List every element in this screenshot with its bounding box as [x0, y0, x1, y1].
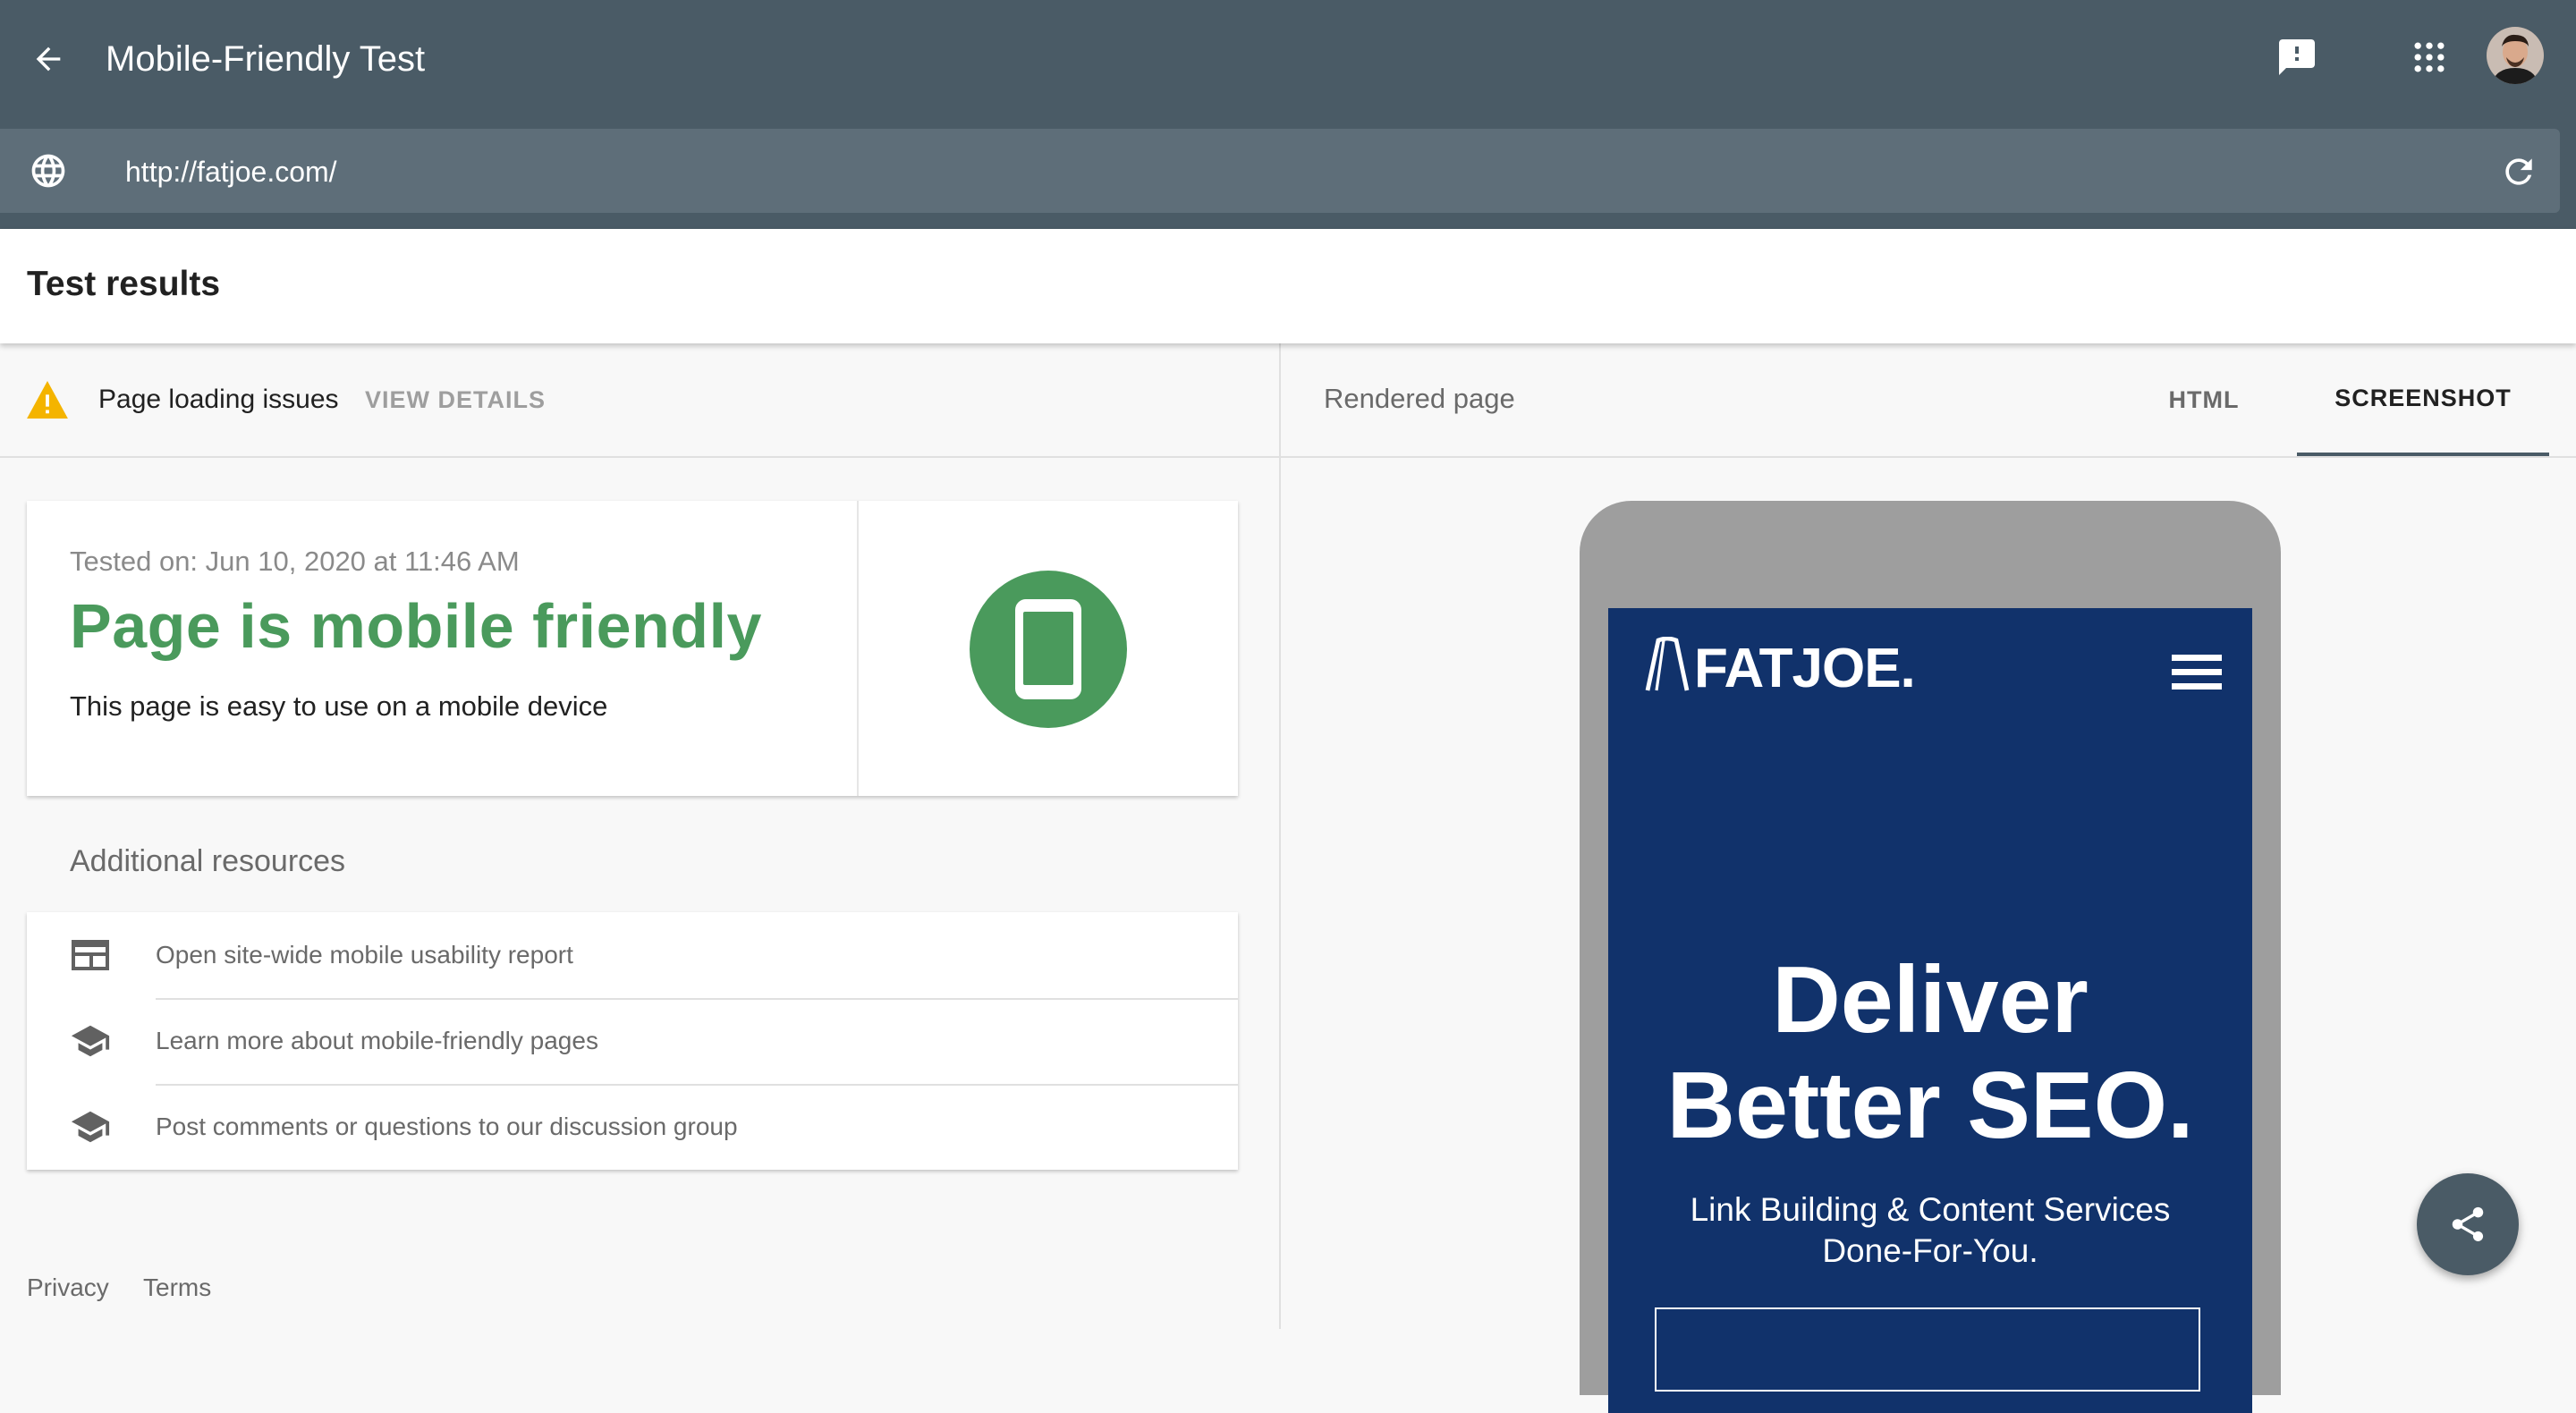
verdict-heading: Page is mobile friendly — [70, 591, 762, 661]
tab-screenshot[interactable]: SCREENSHOT — [2297, 343, 2549, 456]
feedback-button[interactable] — [2268, 29, 2326, 86]
additional-resources-title: Additional resources — [70, 844, 346, 878]
phone-screen — [1023, 612, 1073, 685]
hero-cta-outline — [1655, 1307, 2200, 1392]
result-card: Tested on: Jun 10, 2020 at 11:46 AM Page… — [27, 501, 1238, 796]
card-divider — [857, 501, 859, 796]
right-panel: Rendered page HTML SCREENSHOT FATJOE. De… — [1281, 343, 2576, 1413]
hamburger-line — [2172, 683, 2222, 690]
hero-subtitle-1: Link Building & Content Services — [1690, 1191, 2171, 1228]
resource-label: Open site-wide mobile usability report — [156, 941, 573, 969]
logo-mark-icon — [1645, 637, 1690, 691]
hamburger-menu-icon — [2172, 655, 2222, 690]
apps-grid-icon — [2414, 42, 2445, 72]
view-details-button[interactable]: VIEW DETAILS — [365, 386, 546, 414]
mobile-phone-icon — [970, 571, 1127, 728]
refresh-icon — [2505, 158, 2532, 185]
school-icon — [71, 1111, 110, 1143]
results-title: Test results — [27, 265, 221, 303]
hero-line-1: Deliver — [1772, 947, 2089, 1053]
resource-item-usability-report[interactable]: Open site-wide mobile usability report — [27, 912, 1238, 998]
arrow-back-icon — [36, 47, 61, 72]
report-icon — [72, 940, 109, 970]
tab-html[interactable]: HTML — [2138, 343, 2270, 456]
site-logo: FATJOE. — [1644, 637, 1916, 700]
hero-line-2: Better SEO. — [1666, 1053, 2194, 1158]
resource-item-learn-more[interactable]: Learn more about mobile-friendly pages — [27, 998, 1238, 1084]
rendered-page-bar: Rendered page HTML SCREENSHOT — [1281, 343, 2576, 458]
app-bar: Mobile-Friendly Test — [0, 0, 2576, 229]
resource-label: Learn more about mobile-friendly pages — [156, 1027, 598, 1054]
share-icon — [2452, 1206, 2484, 1242]
rendered-page-title: Rendered page — [1324, 383, 1515, 414]
device-frame: FATJOE. Deliver Better SEO. Link Buildin… — [1580, 501, 2281, 1413]
school-icon-wrap — [70, 1109, 111, 1145]
resource-label: Post comments or questions to our discus… — [156, 1113, 738, 1140]
hero-subtitle-2: Done-For-You. — [1822, 1232, 2038, 1269]
url-bar — [0, 129, 2560, 213]
phone-body — [1015, 599, 1081, 699]
back-button[interactable] — [20, 30, 77, 88]
hamburger-line — [2172, 669, 2222, 675]
share-button[interactable] — [2417, 1173, 2519, 1275]
site-logo-text: FATJOE. — [1694, 638, 1916, 699]
refresh-button[interactable] — [2492, 145, 2546, 199]
school-icon-wrap — [70, 1023, 111, 1059]
tested-on-text: Tested on: Jun 10, 2020 at 11:46 AM — [70, 546, 520, 577]
app-title: Mobile-Friendly Test — [106, 39, 426, 79]
apps-button[interactable] — [2401, 29, 2458, 86]
app-bar-row: Mobile-Friendly Test — [0, 0, 2576, 116]
globe-icon — [31, 154, 65, 188]
results-header: Test results — [0, 229, 2576, 343]
feedback-icon — [2279, 39, 2315, 75]
issues-bar: Page loading issues VIEW DETAILS — [0, 343, 1279, 458]
resources-card: Open site-wide mobile usability report L… — [27, 912, 1238, 1170]
rendered-screenshot: FATJOE. Deliver Better SEO. Link Buildin… — [1608, 608, 2252, 1413]
url-input[interactable] — [123, 145, 2453, 199]
school-icon — [71, 1025, 110, 1057]
hamburger-line — [2172, 655, 2222, 661]
page-loading-issues-text: Page loading issues — [98, 385, 339, 414]
terms-link[interactable]: Terms — [143, 1273, 211, 1302]
avatar-image — [2487, 27, 2544, 84]
verdict-subtitle: This page is easy to use on a mobile dev… — [70, 690, 608, 722]
privacy-link[interactable]: Privacy — [27, 1273, 109, 1302]
avatar[interactable] — [2487, 27, 2544, 84]
resource-item-discussion-group[interactable]: Post comments or questions to our discus… — [27, 1084, 1238, 1170]
report-icon-wrap — [70, 937, 111, 973]
warning-icon — [27, 381, 68, 419]
left-panel: Page loading issues VIEW DETAILS Tested … — [0, 343, 1281, 1329]
globe-icon-wrap — [23, 148, 73, 193]
